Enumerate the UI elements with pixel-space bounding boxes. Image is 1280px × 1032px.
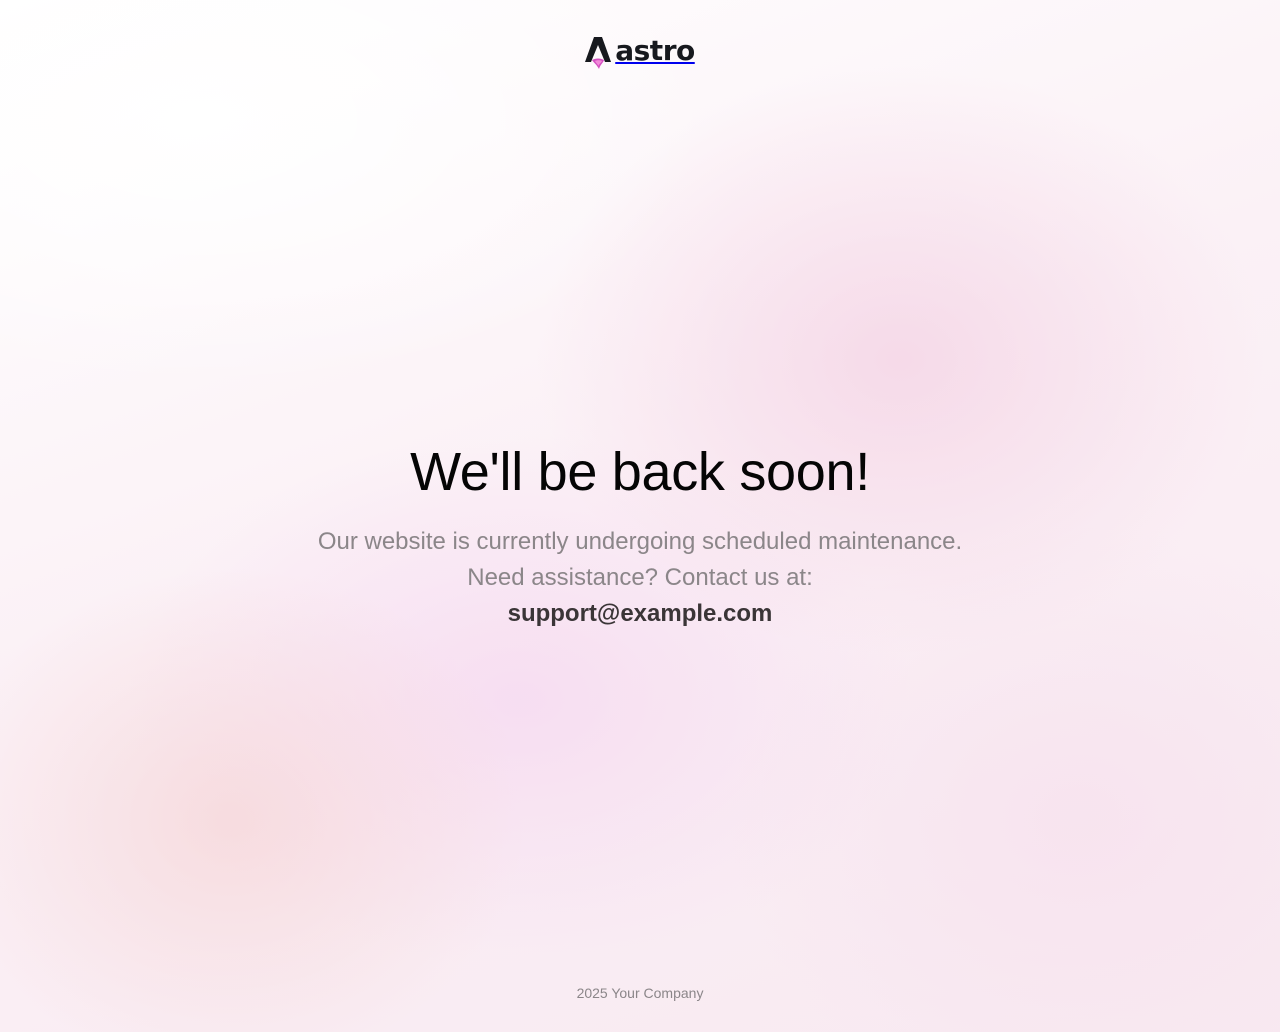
support-email-link[interactable]: support@example.com — [508, 596, 773, 632]
maintenance-message: Our website is currently undergoing sche… — [0, 524, 1280, 632]
maintenance-content: We'll be back soon! Our website is curre… — [0, 440, 1280, 632]
site-footer: 2025 Your Company — [0, 985, 1280, 1001]
maintenance-message-line-1: Our website is currently undergoing sche… — [317, 528, 963, 555]
page-title: We'll be back soon! — [410, 442, 870, 502]
astro-logo-text: astro — [615, 34, 695, 67]
maintenance-message-line-2: Need assistance? Contact us at: — [467, 564, 813, 591]
site-header: astro — [0, 36, 1280, 70]
astro-logo-link[interactable]: astro — [585, 36, 695, 70]
footer-copyright: 2025 Your Company — [576, 985, 704, 1001]
astro-logo-icon — [585, 36, 612, 70]
